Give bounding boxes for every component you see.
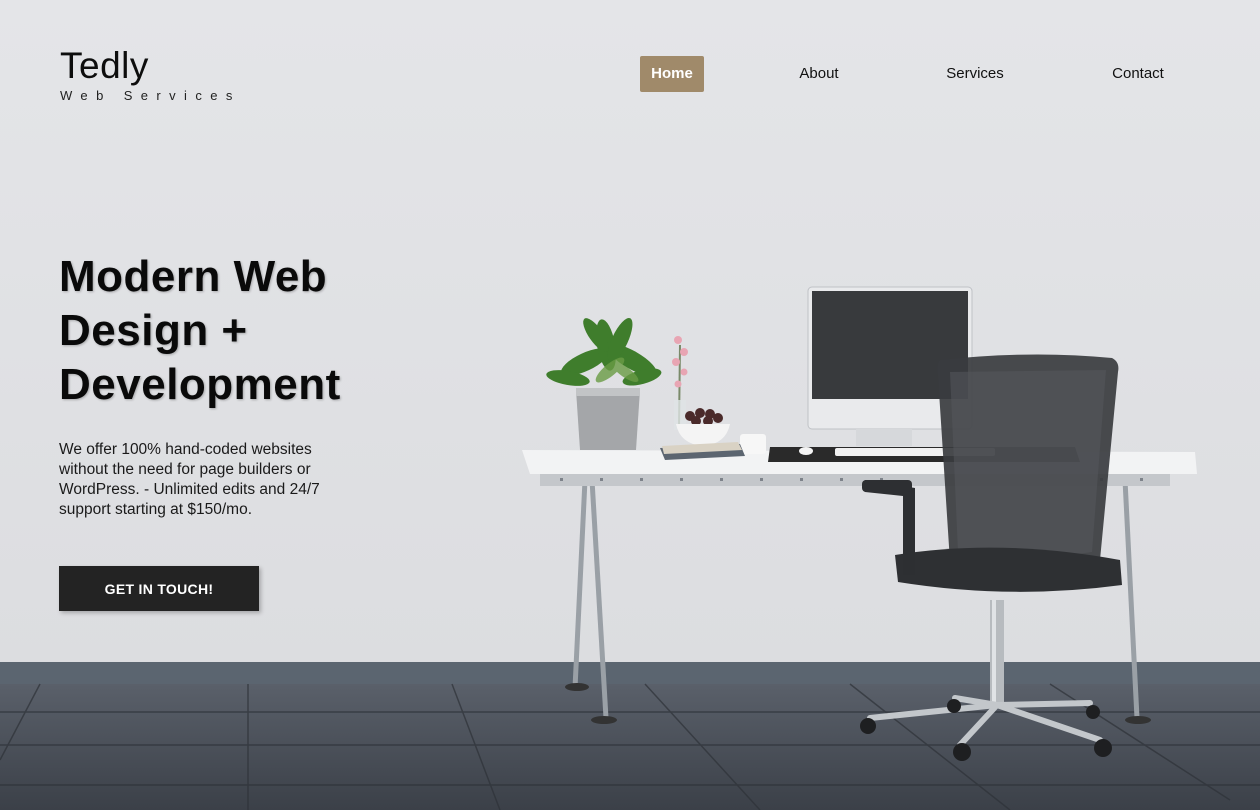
hero-title: Modern Web Design + Development — [59, 252, 341, 409]
hero-description: We offer 100% hand-coded websites withou… — [59, 441, 320, 518]
nav-item-contact[interactable]: Contact — [1100, 56, 1176, 92]
get-in-touch-button[interactable]: GET IN TOUCH! — [59, 566, 259, 611]
nav-item-services[interactable]: Services — [935, 56, 1015, 92]
nav-item-home[interactable]: Home — [640, 56, 704, 92]
nav-item-about[interactable]: About — [784, 56, 854, 92]
main-nav: Home About Services Contact — [0, 56, 1260, 92]
